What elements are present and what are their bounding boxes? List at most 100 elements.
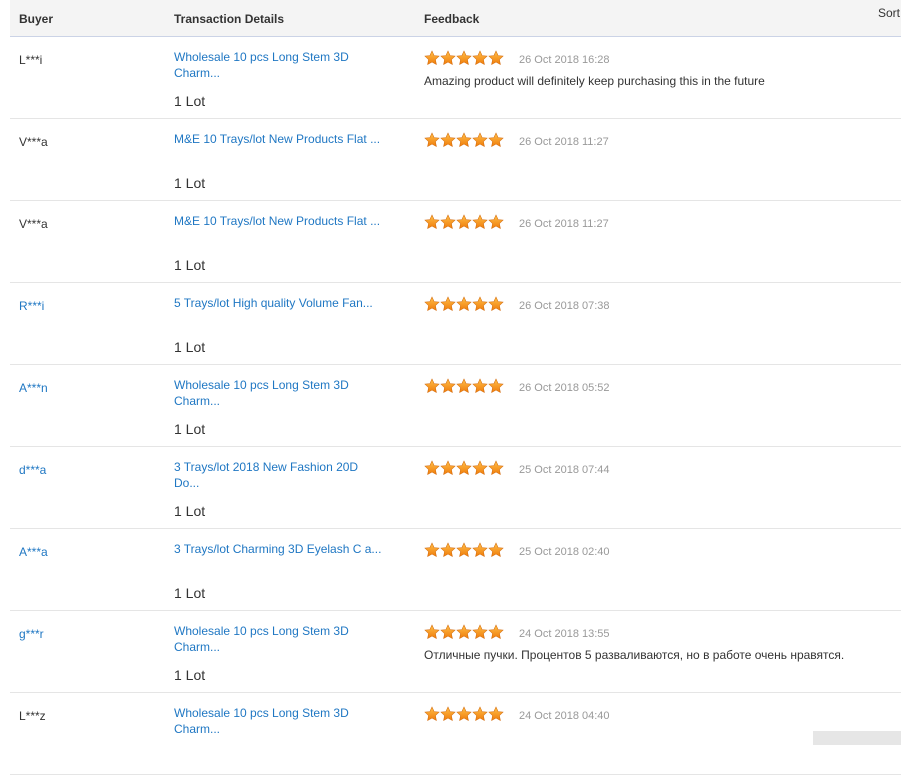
star-icon: [472, 706, 488, 722]
star-rating: [424, 50, 504, 66]
star-icon: [456, 542, 472, 558]
feedback-row: R***i 5 Trays/lot High quality Volume Fan…: [10, 283, 901, 365]
product-link[interactable]: Wholesale 10 pcs Long Stem 3D Charm...: [174, 705, 384, 737]
feedback-table-header: Buyer Transaction Details Feedback: [10, 0, 901, 37]
star-rating: [424, 460, 504, 476]
star-icon: [456, 624, 472, 640]
feedback-comment: Отличные пучки. Процентов 5 разваливаютс…: [424, 648, 845, 662]
star-icon: [440, 624, 456, 640]
quantity: 1 Lot: [174, 93, 206, 109]
buyer-name[interactable]: d***a: [19, 463, 46, 477]
star-icon: [424, 624, 440, 640]
star-rating: [424, 542, 504, 558]
star-icon: [456, 378, 472, 394]
star-icon: [440, 706, 456, 722]
sort-button[interactable]: Sort: [878, 6, 900, 20]
feedback-row: A***n Wholesale 10 pcs Long Stem 3D Charm…: [10, 365, 901, 447]
star-icon: [472, 624, 488, 640]
star-icon: [456, 460, 472, 476]
quantity: 1 Lot: [174, 585, 206, 601]
star-rating: [424, 378, 504, 394]
star-icon: [472, 50, 488, 66]
feedback-date: 25 Oct 2018 07:44: [519, 464, 610, 476]
feedback-date: 24 Oct 2018 13:55: [519, 628, 610, 640]
feedback-date: 26 Oct 2018 05:52: [519, 382, 610, 394]
product-link[interactable]: 5 Trays/lot High quality Volume Fan...: [174, 295, 384, 311]
feedback-date: 26 Oct 2018 11:27: [519, 136, 609, 148]
star-icon: [488, 378, 504, 394]
quantity: 1 Lot: [174, 175, 206, 191]
feedback-date: 25 Oct 2018 02:40: [519, 546, 610, 558]
feedback-row: A***a 3 Trays/lot Charming 3D Eyelash C a…: [10, 529, 901, 611]
star-icon: [440, 214, 456, 230]
star-icon: [424, 214, 440, 230]
quantity: 1 Lot: [174, 503, 206, 519]
star-icon: [456, 214, 472, 230]
star-icon: [456, 132, 472, 148]
star-icon: [456, 706, 472, 722]
quantity: 1 Lot: [174, 667, 206, 683]
feedback-date: 26 Oct 2018 11:27: [519, 218, 609, 230]
buyer-name: L***i: [19, 53, 43, 67]
transaction-details-column-header: Transaction Details: [174, 12, 285, 26]
star-icon: [440, 132, 456, 148]
star-icon: [440, 378, 456, 394]
star-icon: [440, 460, 456, 476]
star-icon: [424, 460, 440, 476]
feedback-comment: Amazing product will definitely keep pur…: [424, 74, 765, 88]
star-icon: [488, 296, 504, 312]
star-icon: [488, 132, 504, 148]
buyer-column-header: Buyer: [19, 12, 54, 26]
star-icon: [424, 50, 440, 66]
feedback-row: L***z Wholesale 10 pcs Long Stem 3D Charm…: [10, 693, 901, 775]
scrollbar[interactable]: [813, 731, 901, 745]
buyer-name[interactable]: A***a: [19, 545, 48, 559]
star-icon: [488, 706, 504, 722]
star-icon: [456, 296, 472, 312]
star-rating: [424, 296, 504, 312]
quantity: 1 Lot: [174, 339, 206, 355]
star-icon: [488, 50, 504, 66]
buyer-name: V***a: [19, 135, 48, 149]
feedback-row: d***a 3 Trays/lot 2018 New Fashion 20D Do…: [10, 447, 901, 529]
star-icon: [456, 50, 472, 66]
product-link[interactable]: Wholesale 10 pcs Long Stem 3D Charm...: [174, 623, 384, 655]
star-rating: [424, 706, 504, 722]
star-icon: [488, 624, 504, 640]
product-link[interactable]: 3 Trays/lot 2018 New Fashion 20D Do...: [174, 459, 384, 491]
star-icon: [440, 50, 456, 66]
quantity: 1 Lot: [174, 421, 206, 437]
star-icon: [488, 542, 504, 558]
buyer-name[interactable]: A***n: [19, 381, 48, 395]
star-icon: [472, 214, 488, 230]
star-rating: [424, 624, 504, 640]
star-icon: [424, 132, 440, 148]
feedback-row: V***a M&E 10 Trays/lot New Products Flat …: [10, 119, 901, 201]
product-link[interactable]: M&E 10 Trays/lot New Products Flat ...: [174, 131, 384, 147]
feedback-date: 26 Oct 2018 16:28: [519, 54, 610, 66]
star-icon: [440, 542, 456, 558]
feedback-row: g***r Wholesale 10 pcs Long Stem 3D Charm…: [10, 611, 901, 693]
buyer-name: L***z: [19, 709, 46, 723]
buyer-name: V***a: [19, 217, 48, 231]
star-icon: [424, 378, 440, 394]
star-icon: [472, 542, 488, 558]
feedback-column-header: Feedback: [424, 12, 480, 26]
star-icon: [440, 296, 456, 312]
star-rating: [424, 214, 504, 230]
buyer-name[interactable]: R***i: [19, 299, 44, 313]
star-icon: [424, 296, 440, 312]
star-icon: [488, 214, 504, 230]
quantity: 1 Lot: [174, 257, 206, 273]
feedback-row: L***i Wholesale 10 pcs Long Stem 3D Charm…: [10, 37, 901, 119]
buyer-name[interactable]: g***r: [19, 627, 44, 641]
star-icon: [424, 542, 440, 558]
star-rating: [424, 132, 504, 148]
star-icon: [424, 706, 440, 722]
feedback-date: 26 Oct 2018 07:38: [519, 300, 610, 312]
product-link[interactable]: 3 Trays/lot Charming 3D Eyelash C a...: [174, 541, 384, 557]
product-link[interactable]: Wholesale 10 pcs Long Stem 3D Charm...: [174, 377, 384, 409]
star-icon: [472, 460, 488, 476]
product-link[interactable]: M&E 10 Trays/lot New Products Flat ...: [174, 213, 384, 229]
product-link[interactable]: Wholesale 10 pcs Long Stem 3D Charm...: [174, 49, 384, 81]
